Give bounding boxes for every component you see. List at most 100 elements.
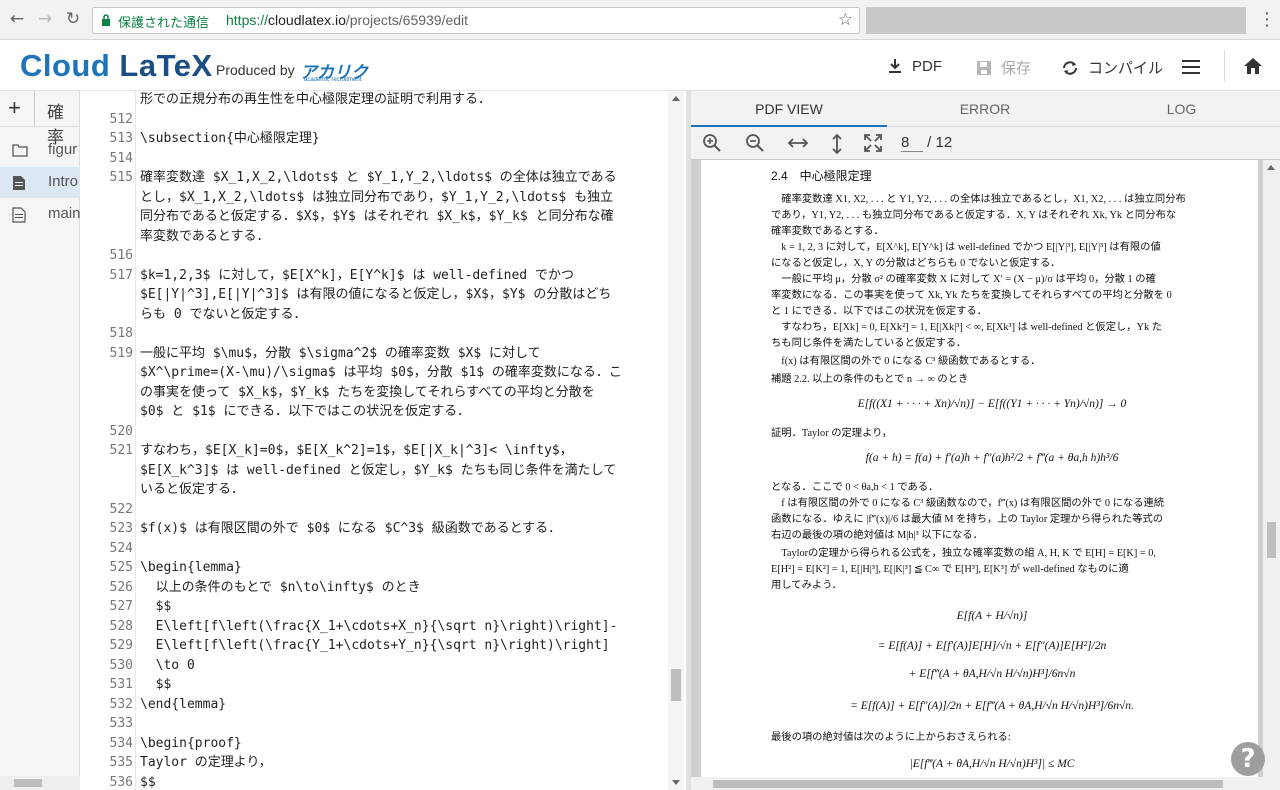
- line-text[interactable]: $$: [140, 675, 172, 695]
- fit-width-icon[interactable]: [787, 133, 809, 153]
- save-button[interactable]: 保存: [975, 57, 1031, 78]
- code-line[interactable]: $0$ と $1$ にできる．以下ではこの状況を仮定する．: [81, 402, 671, 422]
- code-line[interactable]: らも 0 でないと仮定する．: [81, 305, 671, 325]
- sidebar-scrollbar[interactable]: [0, 776, 80, 790]
- line-text[interactable]: Taylor の定理より，: [140, 753, 272, 773]
- code-line[interactable]: 528 E\left[f\left(\frac{X_1+\cdots+X_n}{…: [81, 617, 671, 637]
- line-text[interactable]: いると仮定する．: [140, 480, 244, 500]
- code-line[interactable]: 533: [81, 714, 671, 734]
- line-text[interactable]: $0$ と $1$ にできる．以下ではこの状況を仮定する．: [140, 402, 470, 422]
- line-text[interactable]: $E[X_k^3]$ は well-defined と仮定し，$Y_k$ たちも…: [140, 461, 616, 481]
- code-line[interactable]: 519 一般に平均 $\mu$，分散 $\sigma^2$ の確率変数 $X$ に…: [81, 344, 671, 364]
- page-input[interactable]: 8: [901, 134, 923, 152]
- code-line[interactable]: 515 確率変数達 $X_1,X_2,\ldots$ と $Y_1,Y_2,\ld…: [81, 168, 671, 188]
- code-line[interactable]: 形での正規分布の再生性を中心極限定理の証明で利用する．: [81, 91, 671, 110]
- bookmark-star-icon[interactable]: ☆: [838, 10, 853, 30]
- line-text[interactable]: E\left[f\left(\frac{X_1+\cdots+X_n}{\sqr…: [140, 617, 618, 637]
- scroll-down-icon[interactable]: [672, 780, 680, 785]
- sidebar-item-intro[interactable]: Intro: [0, 167, 80, 198]
- menu-button[interactable]: [1181, 59, 1201, 75]
- code-line[interactable]: 513 \subsection{中心極限定理}: [81, 129, 671, 149]
- line-text[interactable]: \end{lemma}: [140, 695, 226, 715]
- code-line[interactable]: 531 $$: [81, 675, 671, 695]
- line-text[interactable]: らも 0 でないと仮定する．: [140, 305, 306, 325]
- line-text[interactable]: 確率変数達 $X_1,X_2,\ldots$ と $Y_1,Y_2,\ldots…: [140, 168, 617, 188]
- line-text[interactable]: $E[|Y|^3],E[|Y|^3]$ は有限の値になると仮定し，$X$，$Y$…: [140, 285, 611, 305]
- code-line[interactable]: $X^\prime=(X-\mu)/\sigma$ は平均 $0$，分散 $1$…: [81, 363, 671, 383]
- browser-menu-icon[interactable]: ⋮: [1258, 9, 1276, 30]
- pdf-download-button[interactable]: PDF: [886, 57, 942, 75]
- editor-scrollbar[interactable]: [668, 91, 684, 790]
- code-line[interactable]: 526 以上の条件のもとで $n\to\infty$ のとき: [81, 578, 671, 598]
- sidebar-item-figures[interactable]: figur: [0, 135, 80, 166]
- tab-error[interactable]: ERROR: [887, 91, 1083, 127]
- line-text[interactable]: $X^\prime=(X-\mu)/\sigma$ は平均 $0$，分散 $1$…: [140, 363, 622, 383]
- home-button[interactable]: [1242, 56, 1264, 81]
- forward-icon[interactable]: →: [34, 8, 56, 30]
- code-line[interactable]: 535 Taylor の定理より，: [81, 753, 671, 773]
- code-line[interactable]: $E[X_k^3]$ は well-defined と仮定し，$Y_k$ たちも…: [81, 461, 671, 481]
- editor-scroll-thumb[interactable]: [671, 669, 681, 701]
- code-line[interactable]: 525 \begin{lemma}: [81, 558, 671, 578]
- code-line[interactable]: 534 \begin{proof}: [81, 734, 671, 754]
- code-line[interactable]: 率変数であるとする．: [81, 227, 671, 247]
- code-line[interactable]: 514: [81, 149, 671, 169]
- line-text[interactable]: $f(x)$ は有限区間の外で $0$ になる $C^3$ 級函数であるとする．: [140, 519, 561, 539]
- code-line[interactable]: 530 \to 0: [81, 656, 671, 676]
- line-text[interactable]: $$: [140, 773, 156, 790]
- help-button[interactable]: ?: [1231, 742, 1265, 776]
- pdf-scroll-thumb[interactable]: [1267, 522, 1276, 558]
- zoom-out-icon[interactable]: [745, 133, 765, 153]
- scroll-up-icon[interactable]: [672, 96, 680, 101]
- code-line[interactable]: とし，$X_1,X_2,\ldots$ は独立同分布であり，$Y_1,Y_2,\…: [81, 188, 671, 208]
- line-text[interactable]: E\left[f\left(\frac{Y_1+\cdots+Y_n}{\sqr…: [140, 636, 610, 656]
- reload-icon[interactable]: ↻: [62, 8, 84, 30]
- line-text[interactable]: の事実を使って $X_k$，$Y_k$ たちを変換してそれらすべての平均と分散を: [140, 383, 595, 403]
- code-line[interactable]: 536 $$: [81, 773, 671, 790]
- line-text[interactable]: $$: [140, 597, 172, 617]
- tab-log[interactable]: LOG: [1083, 91, 1280, 127]
- pdf-canvas[interactable]: 2.4 中心極限定理 確率変数達 X1, X2, . . . と Y1, Y2,…: [691, 160, 1280, 777]
- code-line[interactable]: 524: [81, 539, 671, 559]
- back-icon[interactable]: ←: [6, 8, 28, 30]
- sidebar-scroll-thumb[interactable]: [14, 779, 42, 787]
- line-text[interactable]: 一般に平均 $\mu$，分散 $\sigma^2$ の確率変数 $X$ に対して: [140, 344, 541, 364]
- code-line[interactable]: 529 E\left[f\left(\frac{Y_1+\cdots+Y_n}{…: [81, 636, 671, 656]
- line-text[interactable]: 同分布であると仮定する．$X$，$Y$ はそれぞれ $X_k$，$Y_k$ と同…: [140, 207, 614, 227]
- line-text[interactable]: とし，$X_1,X_2,\ldots$ は独立同分布であり，$Y_1,Y_2,\…: [140, 188, 613, 208]
- code-line[interactable]: 同分布であると仮定する．$X$，$Y$ はそれぞれ $X_k$，$Y_k$ と同…: [81, 207, 671, 227]
- code-line[interactable]: 521 すなわち，$E[X_k]=0$，$E[X_k^2]=1$，$E[|X_k|…: [81, 441, 671, 461]
- line-text[interactable]: 形での正規分布の再生性を中心極限定理の証明で利用する．: [140, 91, 491, 110]
- line-text[interactable]: $k=1,2,3$ に対して，$E[X^k]，E[Y^k]$ は well-de…: [140, 266, 574, 286]
- code-line[interactable]: 522: [81, 500, 671, 520]
- code-line[interactable]: 517 $k=1,2,3$ に対して，$E[X^k]，E[Y^k]$ は well…: [81, 266, 671, 286]
- compile-button[interactable]: コンパイル: [1060, 57, 1163, 78]
- cloud-latex-logo[interactable]: Cloud LaTeX: [20, 48, 213, 84]
- code-line[interactable]: いると仮定する．: [81, 480, 671, 500]
- line-text[interactable]: すなわち，$E[X_k]=0$，$E[X_k^2]=1$，$E[|X_k|^3]…: [140, 441, 573, 461]
- code-line[interactable]: $E[|Y|^3],E[|Y|^3]$ は有限の値になると仮定し，$X$，$Y$…: [81, 285, 671, 305]
- fullscreen-icon[interactable]: [863, 133, 883, 153]
- code-line[interactable]: 512: [81, 110, 671, 130]
- code-line[interactable]: の事実を使って $X_k$，$Y_k$ たちを変換してそれらすべての平均と分散を: [81, 383, 671, 403]
- code-line[interactable]: 527 $$: [81, 597, 671, 617]
- address-bar[interactable]: 保護された通信 https://cloudlatex.io/projects/6…: [92, 7, 860, 34]
- fit-height-icon[interactable]: [827, 133, 847, 155]
- url-text[interactable]: https://cloudlatex.io/projects/65939/edi…: [226, 12, 468, 28]
- sidebar-item-main[interactable]: main: [0, 199, 81, 230]
- pdf-scrollbar[interactable]: [1263, 160, 1280, 777]
- tab-pdf-view[interactable]: PDF VIEW: [691, 91, 887, 127]
- line-text[interactable]: \begin{lemma}: [140, 558, 242, 578]
- code-line[interactable]: 516: [81, 246, 671, 266]
- pdf-scroll-up-icon[interactable]: [1267, 165, 1275, 170]
- add-file-icon[interactable]: +: [8, 95, 21, 121]
- code-line[interactable]: 523 $f(x)$ は有限区間の外で $0$ になる $C^3$ 級函数であると…: [81, 519, 671, 539]
- pdf-hscroll-thumb[interactable]: [713, 780, 1223, 788]
- code-line[interactable]: 520: [81, 422, 671, 442]
- code-editor[interactable]: 形での正規分布の再生性を中心極限定理の証明で利用する． 512 513 \subsec…: [81, 91, 686, 790]
- code-line[interactable]: 518: [81, 324, 671, 344]
- pdf-hscrollbar[interactable]: [691, 777, 1280, 790]
- line-text[interactable]: \to 0: [140, 656, 195, 676]
- zoom-in-icon[interactable]: [702, 133, 722, 153]
- line-text[interactable]: \begin{proof}: [140, 734, 242, 754]
